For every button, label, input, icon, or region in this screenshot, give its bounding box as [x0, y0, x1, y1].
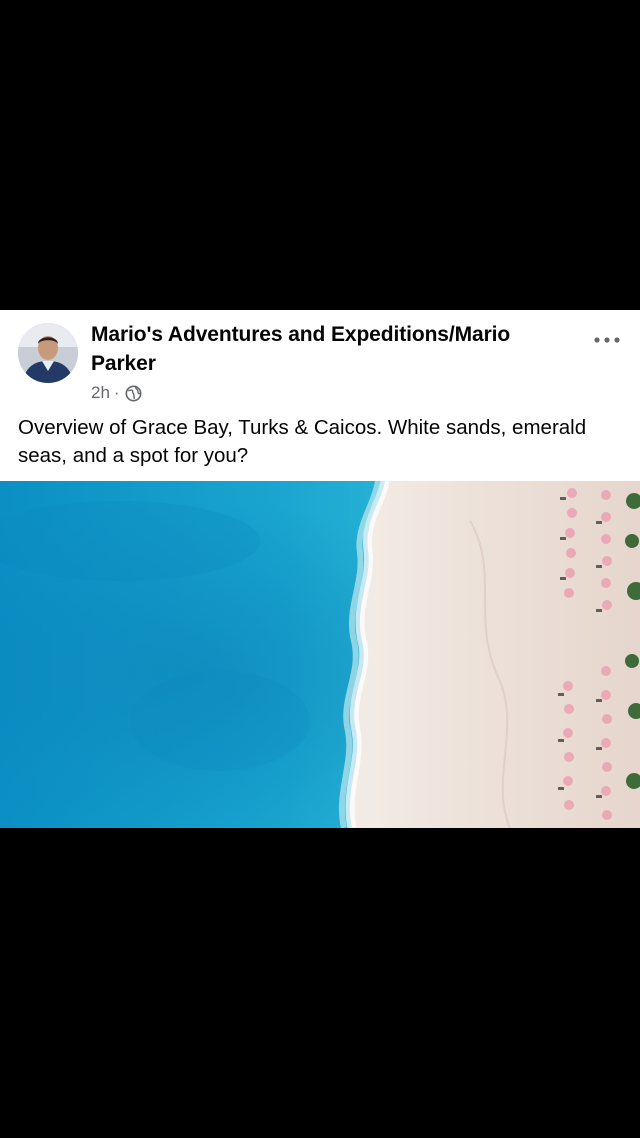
more-options-button[interactable]: [590, 330, 624, 350]
post-timestamp[interactable]: 2h: [91, 383, 110, 403]
aerial-beach-photo: [0, 481, 640, 828]
post-meta: 2h ·: [91, 382, 142, 404]
author-name[interactable]: Mario's Adventures and Expeditions/Mario…: [91, 320, 561, 378]
meta-separator: ·: [113, 383, 120, 402]
post-caption: Overview of Grace Bay, Turks & Caicos. W…: [18, 416, 587, 467]
post-photo[interactable]: [0, 481, 640, 828]
more-options-icon: [594, 337, 620, 343]
post-header: Mario's Adventures and Expeditions/Mario…: [0, 310, 640, 410]
post-card: Mario's Adventures and Expeditions/Mario…: [0, 310, 640, 828]
globe-icon[interactable]: [125, 385, 142, 402]
avatar-photo: [18, 323, 78, 383]
author-avatar[interactable]: [18, 323, 78, 383]
